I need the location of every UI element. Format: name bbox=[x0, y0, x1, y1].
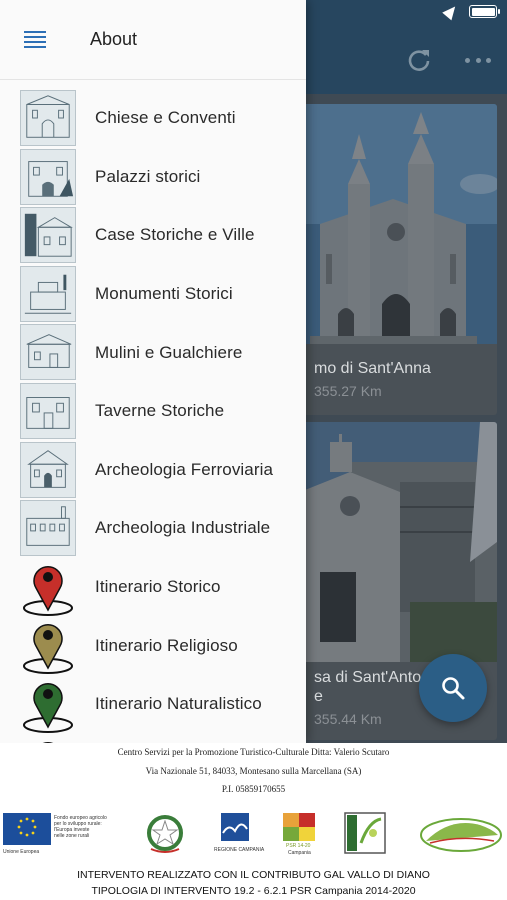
card-title: mo di Sant'Anna bbox=[314, 360, 431, 377]
house-sketch-icon bbox=[20, 207, 76, 264]
church-photo bbox=[290, 422, 497, 662]
location-icon bbox=[442, 2, 460, 21]
eu-caption: Fondo europeo agricolo per lo sviluppo r… bbox=[54, 815, 107, 839]
map-pin-icon bbox=[23, 683, 73, 733]
drawer-item-palazzi-storici[interactable]: Palazzi storici bbox=[0, 148, 306, 207]
search-button[interactable] bbox=[419, 654, 487, 722]
church-photo bbox=[290, 104, 497, 344]
footer-address: Via Nazionale 51, 84033, Montesano sulla… bbox=[145, 766, 362, 776]
battery-icon bbox=[469, 5, 500, 18]
footer-vat: P.I. 05859170655 bbox=[221, 784, 286, 794]
drawer-item-label: Itinerario Storico bbox=[95, 577, 221, 597]
drawer-item-archeologia-ferroviaria[interactable]: Archeologia Ferroviaria bbox=[0, 441, 306, 500]
map-pin-icon bbox=[41, 741, 55, 743]
eu-label: Unione Europea bbox=[3, 849, 40, 855]
search-icon bbox=[442, 677, 465, 700]
factory-sketch-icon bbox=[20, 500, 76, 557]
drawer-item-partial[interactable] bbox=[0, 734, 306, 743]
drawer-item-itinerario-naturalistico[interactable]: Itinerario Naturalistico bbox=[0, 675, 306, 734]
footer-intervention-text: TIPOLOGIA DI INTERVENTO 19.2 - 6.2.1 PSR… bbox=[91, 885, 416, 897]
drawer-item-label: Archeologia Industriale bbox=[95, 518, 271, 538]
drawer-item-label: Case Storiche e Ville bbox=[95, 225, 255, 245]
drawer-item-label: Itinerario Religioso bbox=[95, 635, 238, 655]
drawer-item-taverne-storiche[interactable]: Taverne Storiche bbox=[0, 382, 306, 441]
map-pin-icon bbox=[23, 565, 73, 616]
drawer-item-label: Archeologia Ferroviaria bbox=[95, 459, 274, 479]
church-sketch-icon bbox=[20, 90, 76, 146]
map-pin-icon bbox=[23, 624, 73, 675]
drawer-item-itinerario-religioso[interactable]: Itinerario Religioso bbox=[0, 616, 306, 675]
campania-label: REGIONE CAMPANIA bbox=[214, 847, 265, 853]
drawer-item-label: Itinerario Naturalistico bbox=[95, 694, 262, 714]
mill-sketch-icon bbox=[20, 324, 76, 381]
drawer-item-label: Chiese e Conventi bbox=[95, 108, 236, 128]
place-card[interactable]: mo di Sant'Anna 355.27 Km bbox=[290, 104, 497, 415]
drawer-item-label: Mulini e Gualchiere bbox=[95, 342, 243, 362]
drawer-item-archeologia-industriale[interactable]: Archeologia Industriale bbox=[0, 499, 306, 558]
drawer-list: Chiese e Conventi Palazzi storici Case S… bbox=[0, 89, 306, 743]
footer-funding-text: INTERVENTO REALIZZATO CON IL CONTRIBUTO … bbox=[77, 869, 430, 881]
drawer-item-itinerario-storico[interactable]: Itinerario Storico bbox=[0, 558, 306, 617]
more-icon[interactable] bbox=[465, 50, 491, 70]
card-distance: 355.27 Km bbox=[314, 383, 382, 399]
psr-sub: Campania bbox=[288, 850, 311, 856]
drawer-header: About bbox=[0, 0, 306, 80]
monument-sketch-icon bbox=[20, 265, 76, 322]
tavern-sketch-icon bbox=[20, 382, 76, 439]
eu-flag-logo bbox=[3, 813, 51, 845]
campania-logo bbox=[221, 813, 249, 841]
italy-emblem-logo bbox=[147, 815, 183, 853]
drawer-item-label: Monumenti Storici bbox=[95, 284, 233, 304]
psr-logo bbox=[283, 813, 315, 841]
card-title-line2: e bbox=[314, 688, 323, 705]
refresh-icon[interactable] bbox=[406, 47, 432, 73]
drawer-item-label: Taverne Storiche bbox=[95, 401, 225, 421]
drawer-item-case-storiche-e-ville[interactable]: Case Storiche e Ville bbox=[0, 206, 306, 265]
station-sketch-icon bbox=[20, 441, 76, 498]
footer-company: Centro Servizi per la Promozione Turisti… bbox=[117, 747, 390, 757]
footer: Centro Servizi per la Promozione Turisti… bbox=[0, 743, 507, 900]
psr-label: PSR 14-20 bbox=[286, 843, 311, 849]
leader-logo bbox=[344, 812, 386, 854]
palace-sketch-icon bbox=[20, 148, 76, 205]
status-bar bbox=[442, 2, 500, 21]
card-title: sa di Sant'Anto bbox=[314, 669, 422, 686]
card-distance: 355.44 Km bbox=[314, 711, 382, 727]
navigation-drawer: About Chiese e Conventi Palazzi storici … bbox=[0, 0, 306, 743]
gal-logo bbox=[420, 818, 502, 852]
drawer-item-label: Palazzi storici bbox=[95, 166, 201, 186]
drawer-item-monumenti-storici[interactable]: Monumenti Storici bbox=[0, 265, 306, 324]
drawer-item-mulini-e-gualchiere[interactable]: Mulini e Gualchiere bbox=[0, 323, 306, 382]
menu-icon[interactable] bbox=[24, 31, 46, 49]
drawer-item-chiese-e-conventi[interactable]: Chiese e Conventi bbox=[0, 89, 306, 148]
about-link[interactable]: About bbox=[90, 29, 137, 50]
